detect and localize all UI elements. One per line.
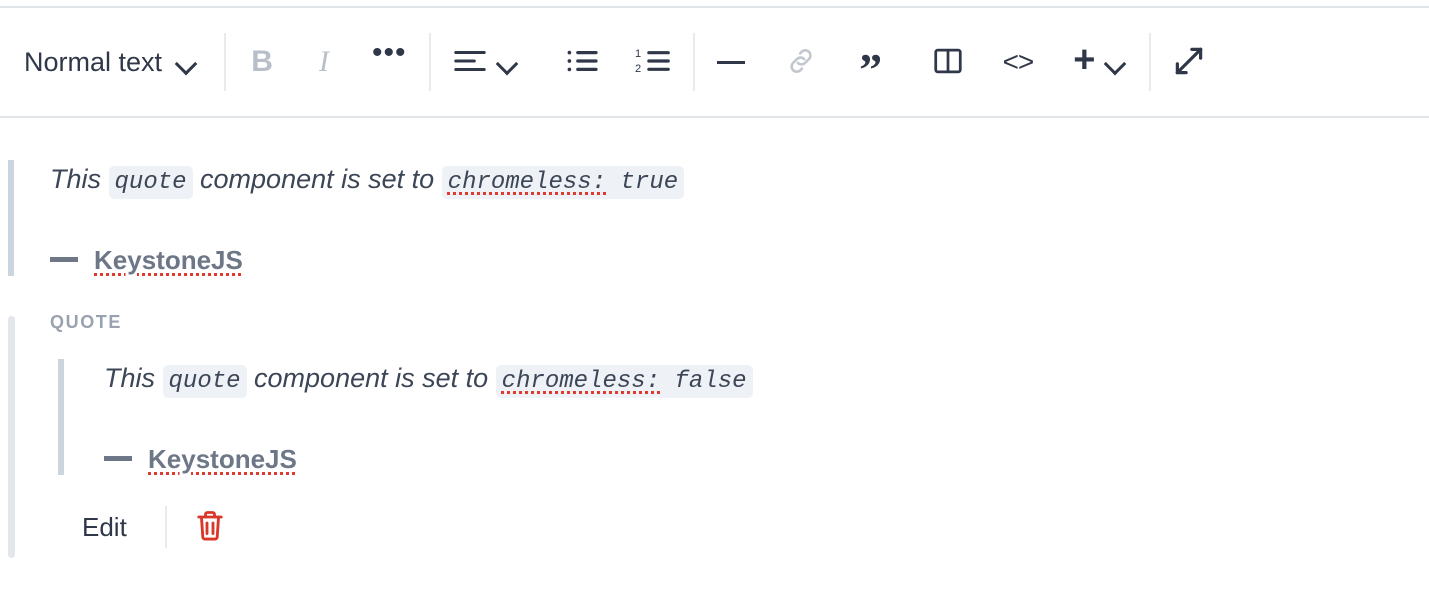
bold-icon: B xyxy=(251,45,273,78)
link-icon xyxy=(785,47,817,78)
bulleted-list-button[interactable] xyxy=(559,39,605,85)
inline-code-quote: quote xyxy=(108,166,193,199)
code-value: true xyxy=(606,169,679,196)
code-icon: <> xyxy=(1002,46,1035,77)
attribution-name: KeystoneJS xyxy=(94,244,243,275)
insert-component-button[interactable]: + xyxy=(1067,39,1133,85)
em-dash xyxy=(50,256,78,262)
component-bar xyxy=(8,315,15,558)
plus-icon: + xyxy=(1073,39,1096,81)
inline-code-quote: quote xyxy=(162,364,247,398)
quote-icon: ” xyxy=(859,44,883,95)
inline-code-chromeless: chromeless: true xyxy=(441,166,685,199)
document-editor-body[interactable]: This quote component is set to chromeles… xyxy=(0,120,1429,606)
editor-toolbar: Normal text B I ••• 1 2 ” <> + xyxy=(0,8,1429,118)
chevron-down-icon xyxy=(176,56,198,69)
svg-text:2: 2 xyxy=(635,63,641,75)
toolbar-separator xyxy=(692,33,695,91)
fullscreen-button[interactable] xyxy=(1167,39,1211,85)
toolbar-group-blocks: 1 2 xyxy=(447,8,677,116)
toolbar-group-inline: B I ••• xyxy=(242,8,413,116)
delete-button[interactable] xyxy=(187,505,233,550)
italic-button[interactable]: I xyxy=(304,39,344,85)
quote-text-middle: component is set to xyxy=(246,362,496,393)
blockquote-inner[interactable]: This quote component is set to chromeles… xyxy=(58,358,1429,475)
toolbar-group-insert: ” <> + xyxy=(711,8,1134,116)
misspelled-word: chromeless: xyxy=(447,169,607,196)
toolbar-separator xyxy=(224,33,227,91)
text-style-label: Normal text xyxy=(24,46,163,77)
misspelled-word: chromeless: xyxy=(501,367,661,395)
bulleted-list-icon xyxy=(565,47,599,78)
inline-code-chromeless: chromeless: false xyxy=(495,364,753,398)
quote-text[interactable]: This quote component is set to chromeles… xyxy=(104,359,1429,400)
code-block-button[interactable]: <> xyxy=(997,39,1040,85)
bold-button[interactable]: B xyxy=(242,39,282,85)
quote-text-before: This xyxy=(104,362,163,393)
chevron-down-icon xyxy=(1105,56,1127,69)
insert-divider-button[interactable] xyxy=(711,39,751,85)
toolbar-separator xyxy=(428,33,431,91)
numbered-list-icon: 1 2 xyxy=(635,47,671,78)
quote-attribution[interactable]: KeystoneJS xyxy=(50,245,1429,276)
action-separator xyxy=(164,506,167,549)
blockquote-chromed[interactable]: QUOTE This quote component is set to chr… xyxy=(0,312,1429,560)
component-actions: Edit xyxy=(64,505,1429,550)
expand-icon xyxy=(1173,45,1205,80)
toolbar-separator xyxy=(1149,33,1152,91)
quote-attribution[interactable]: KeystoneJS xyxy=(104,444,1429,475)
blockquote-button[interactable]: ” xyxy=(851,39,891,93)
component-label: QUOTE xyxy=(50,311,123,332)
quote-bar xyxy=(8,160,14,276)
chevron-down-icon xyxy=(497,56,519,69)
text-style-select[interactable]: Normal text xyxy=(18,41,208,84)
quote-text-middle: component is set to xyxy=(192,164,442,194)
italic-icon: I xyxy=(319,45,330,78)
em-dash xyxy=(104,455,132,461)
quote-text[interactable]: This quote component is set to chromeles… xyxy=(50,160,1429,201)
edit-button[interactable]: Edit xyxy=(64,506,145,549)
layout-columns-icon xyxy=(933,47,963,78)
quote-bar xyxy=(58,358,64,475)
more-formatting-button[interactable]: ••• xyxy=(366,36,413,85)
numbered-list-button[interactable]: 1 2 xyxy=(629,39,677,85)
divider-icon xyxy=(716,60,745,64)
trash-icon xyxy=(195,509,225,546)
quote-text-before: This xyxy=(50,164,109,194)
insert-layout-button[interactable] xyxy=(927,39,969,85)
svg-text:1: 1 xyxy=(635,47,641,59)
ellipsis-icon: ••• xyxy=(372,36,407,69)
code-value: false xyxy=(660,367,747,395)
blockquote-chromeless[interactable]: This quote component is set to chromeles… xyxy=(0,160,1429,276)
text-align-button[interactable] xyxy=(447,39,525,85)
align-left-icon xyxy=(453,48,487,77)
insert-link-button[interactable] xyxy=(779,39,823,85)
attribution-name: KeystoneJS xyxy=(148,443,297,474)
